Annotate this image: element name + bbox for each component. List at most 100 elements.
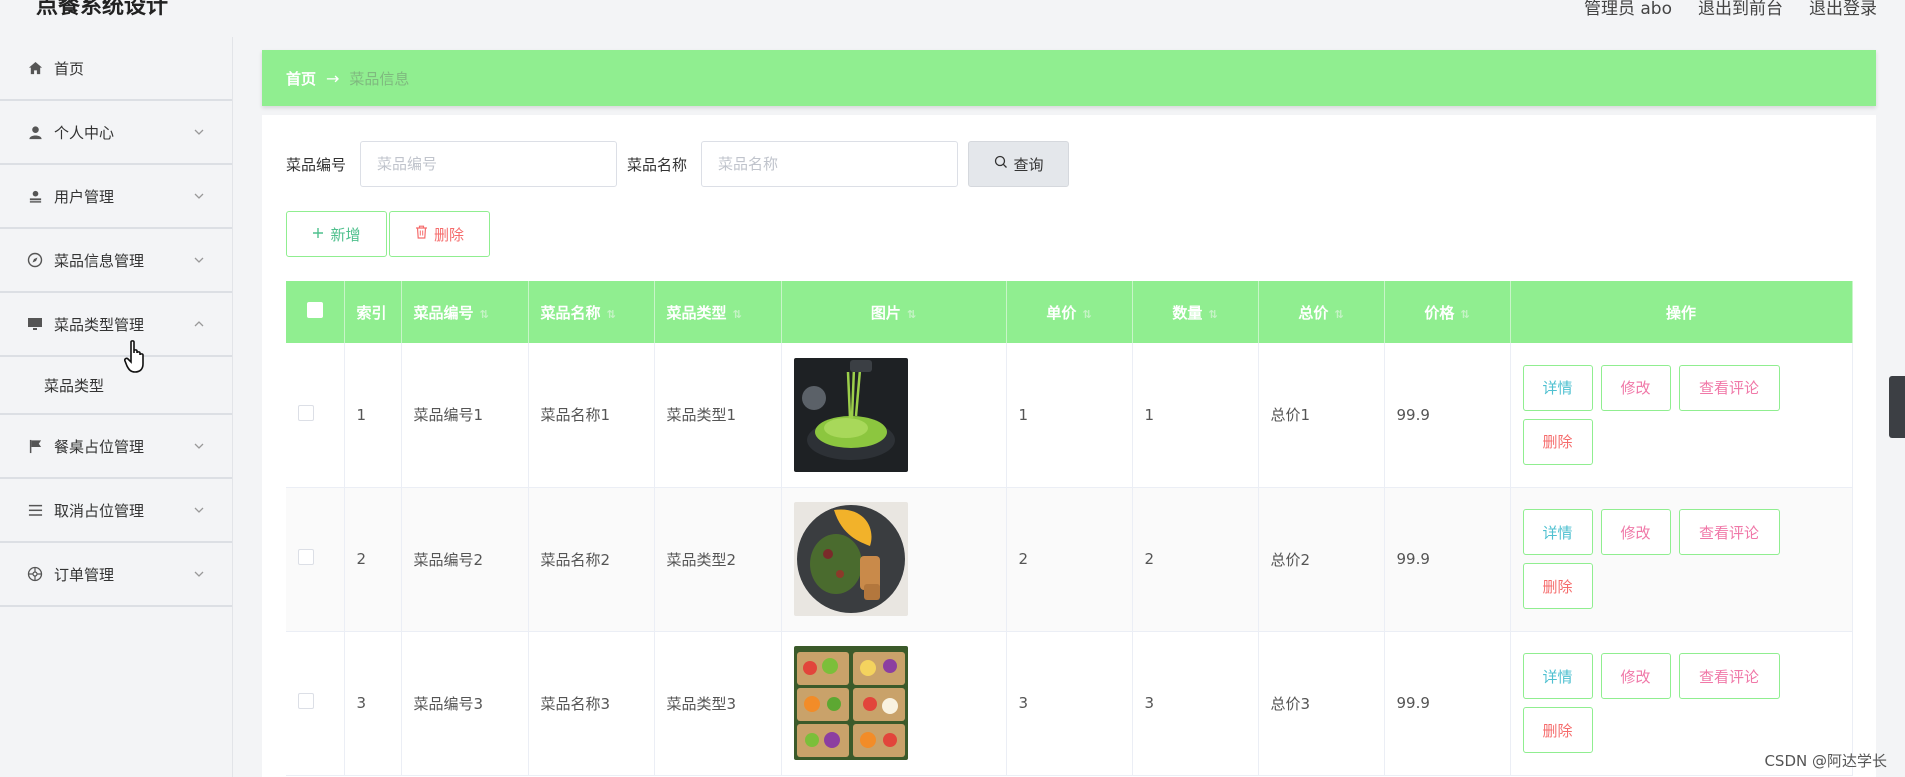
- dish-code-label: 菜品编号: [286, 155, 347, 174]
- top-header: 点餐系统设计 管理员 abo 退出到前台 退出登录: [0, 0, 1905, 40]
- column-header: 索引: [344, 281, 402, 343]
- row-select-cell: [286, 631, 345, 776]
- column-header-sortable[interactable]: 菜品名称 ⇅: [528, 281, 655, 343]
- column-header-sortable[interactable]: 单价 ⇅: [1006, 281, 1133, 343]
- type-cell: 菜品类型2: [654, 487, 782, 632]
- sort-icon: ⇅: [479, 307, 489, 321]
- column-header-label: 单价: [1046, 303, 1077, 322]
- chevron-down-icon: [192, 189, 206, 203]
- column-header-sortable[interactable]: 图片 ⇅: [781, 281, 1007, 343]
- sidebar-item-label: 菜品信息管理: [54, 251, 145, 270]
- name-cell: 菜品名称1: [528, 343, 655, 488]
- edit-button[interactable]: 修改: [1600, 653, 1671, 699]
- total-cell: 总价2: [1258, 487, 1385, 632]
- back-to-frontend-link[interactable]: 退出到前台: [1698, 0, 1783, 19]
- table-row: 2 菜品编号2 菜品名称2 菜品类型2 2 2 总价2 99.9 详情 修改 查…: [286, 487, 1853, 632]
- image-cell: [781, 631, 1007, 776]
- sort-icon: ⇅: [906, 307, 917, 321]
- code-cell: 菜品编号3: [401, 631, 529, 776]
- detail-button[interactable]: 详情: [1522, 364, 1593, 411]
- column-header-sortable[interactable]: 总价 ⇅: [1258, 281, 1385, 343]
- logout-link[interactable]: 退出登录: [1809, 0, 1877, 19]
- view-reviews-button[interactable]: 查看评论: [1678, 364, 1780, 411]
- app-title: 点餐系统设计: [36, 0, 169, 19]
- table-row: 3 菜品编号3 菜品名称3 菜品类型3 3 3 总价3 99.9 详情 修改 查…: [286, 631, 1853, 776]
- price-cell: 99.9: [1384, 487, 1511, 632]
- image-cell: [781, 487, 1007, 632]
- sidebar-item-personal-center[interactable]: 个人中心: [0, 101, 232, 165]
- column-header-label: 价格: [1424, 303, 1455, 322]
- aperture-icon: [26, 565, 44, 583]
- select-all-checkbox[interactable]: [306, 302, 323, 318]
- dish-image: [793, 357, 908, 472]
- sidebar-item-home[interactable]: 首页: [0, 37, 232, 101]
- sort-icon: ⇅: [1082, 307, 1092, 321]
- sidebar-item-cancel-reservation[interactable]: 取消占位管理: [0, 479, 232, 543]
- chevron-down-icon: [192, 439, 206, 453]
- index-cell: 2: [344, 487, 402, 632]
- column-header-sortable[interactable]: 数量 ⇅: [1132, 281, 1259, 343]
- dish-code-input[interactable]: [360, 141, 618, 187]
- plus-icon: [312, 225, 324, 243]
- add-button[interactable]: 新增: [286, 211, 387, 257]
- query-button[interactable]: 查询: [968, 141, 1070, 187]
- sidebar-item-user-management[interactable]: 用户管理: [0, 165, 232, 229]
- row-checkbox[interactable]: [298, 693, 314, 709]
- row-checkbox[interactable]: [298, 404, 314, 421]
- breadcrumb: 首页 → 菜品信息: [262, 50, 1876, 106]
- action-toolbar: 新增 删除: [286, 211, 490, 257]
- user-icon: [26, 123, 44, 141]
- row-select-cell: [286, 487, 345, 632]
- detail-button[interactable]: 详情: [1522, 509, 1593, 555]
- edit-button[interactable]: 修改: [1600, 364, 1671, 411]
- delete-button[interactable]: 删除: [1522, 563, 1593, 609]
- column-header-label: 总价: [1298, 303, 1329, 322]
- index-cell: 1: [344, 343, 402, 488]
- column-header-label: 图片: [870, 303, 901, 322]
- delete-button[interactable]: 删除: [1522, 418, 1593, 465]
- sidebar-item-order-management[interactable]: 订单管理: [0, 543, 232, 607]
- side-drawer-handle[interactable]: [1889, 376, 1905, 438]
- chevron-down-icon: [192, 125, 206, 139]
- name-cell: 菜品名称3: [528, 631, 655, 776]
- sidebar-item-label: 订单管理: [54, 565, 115, 584]
- row-checkbox[interactable]: [298, 549, 314, 565]
- search-icon: [994, 155, 1008, 173]
- dish-name-label: 菜品名称: [627, 155, 688, 174]
- admin-label: 管理员 abo: [1583, 0, 1672, 19]
- column-header-sortable[interactable]: 菜品类型 ⇅: [654, 281, 782, 343]
- trash-icon: [415, 225, 428, 243]
- header-links: 管理员 abo 退出到前台 退出登录: [1584, 0, 1877, 19]
- delete-button[interactable]: 删除: [1522, 707, 1593, 753]
- column-header-sortable[interactable]: 价格 ⇅: [1384, 281, 1511, 343]
- breadcrumb-home-link[interactable]: 首页: [286, 68, 316, 89]
- sidebar-item-label: 餐桌占位管理: [54, 437, 145, 456]
- sort-icon: ⇅: [1208, 307, 1218, 321]
- row-actions: 详情 修改 查看评论 删除: [1522, 509, 1783, 609]
- edit-button[interactable]: 修改: [1600, 509, 1671, 555]
- code-cell: 菜品编号1: [401, 343, 529, 488]
- dish-image: [793, 646, 908, 760]
- chevron-down-icon: [192, 567, 206, 581]
- view-reviews-button[interactable]: 查看评论: [1678, 509, 1780, 555]
- dish-table: 索引 菜品编号 ⇅ 菜品名称 ⇅ 菜品类型 ⇅ 图片 ⇅ 单价 ⇅ 数量 ⇅ 总价 ⇅ 价格 ⇅…: [286, 281, 1853, 776]
- chevron-up-icon: [192, 317, 206, 331]
- quantity-cell: 1: [1132, 343, 1259, 488]
- column-header-sortable[interactable]: 菜品编号 ⇅: [401, 281, 529, 343]
- detail-button[interactable]: 详情: [1522, 653, 1593, 699]
- main-panel: 菜品编号 菜品名称 查询 新增 删除: [262, 115, 1876, 777]
- submenu-item-label: 菜品类型: [44, 376, 105, 395]
- column-header-label: 菜品编号: [413, 303, 474, 322]
- view-reviews-button[interactable]: 查看评论: [1678, 653, 1780, 699]
- breadcrumb-arrow-icon: →: [326, 68, 340, 88]
- dish-name-input[interactable]: [701, 141, 959, 187]
- sidebar-item-table-reservation[interactable]: 餐桌占位管理: [0, 415, 232, 479]
- column-header-label: 菜品名称: [540, 303, 601, 322]
- submenu-item-dish-type[interactable]: 菜品类型: [0, 357, 232, 415]
- batch-delete-button[interactable]: 删除: [389, 211, 490, 257]
- quantity-cell: 3: [1132, 631, 1259, 776]
- sidebar-item-dish-info[interactable]: 菜品信息管理: [0, 229, 232, 293]
- sidebar-item-dish-type[interactable]: 菜品类型管理: [0, 293, 232, 357]
- sort-icon: ⇅: [1334, 307, 1344, 321]
- watermark: CSDN @阿达学长: [1764, 752, 1887, 770]
